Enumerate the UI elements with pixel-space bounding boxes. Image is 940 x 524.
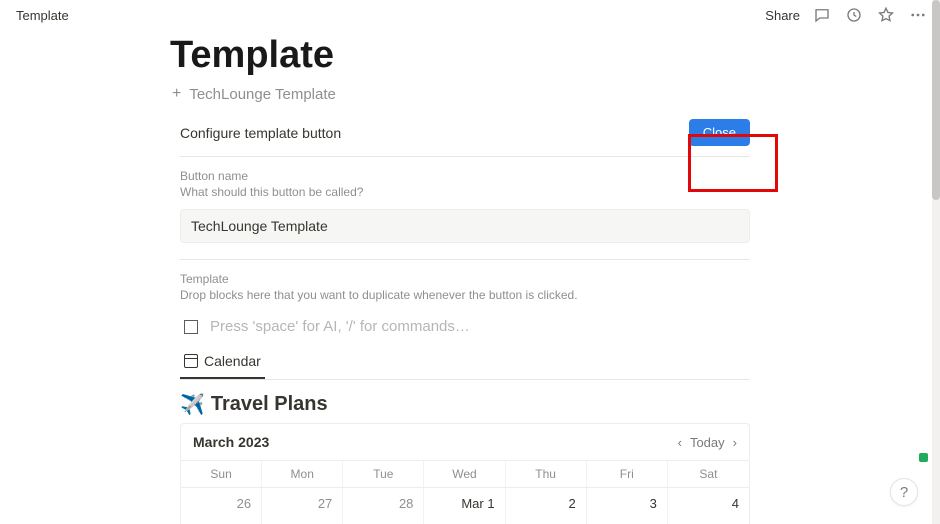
weekday-fri: Fri [587, 461, 668, 487]
weekday-thu: Thu [506, 461, 587, 487]
empty-block-line[interactable]: Press 'space' for AI, '/' for commands… [180, 312, 750, 341]
checkbox-icon[interactable] [184, 320, 198, 334]
topbar: Template Share [0, 0, 940, 30]
breadcrumb[interactable]: Template [16, 8, 69, 23]
calendar: March 2023 ‹ Today › Sun Mon Tue Wed Thu… [180, 423, 750, 524]
tab-calendar[interactable]: Calendar [180, 345, 265, 379]
scrollbar-thumb[interactable] [932, 0, 940, 200]
history-icon[interactable] [844, 5, 864, 25]
calendar-icon [184, 354, 198, 368]
config-header-text: Configure template button [180, 125, 341, 141]
template-section-label: Template [180, 272, 750, 286]
cal-day[interactable]: 3 [587, 488, 668, 524]
airplane-icon: ✈️ [180, 392, 205, 417]
calendar-next[interactable]: › [733, 435, 737, 450]
template-button-row[interactable]: + TechLounge Template [172, 85, 760, 103]
view-tabs: Calendar [180, 345, 750, 380]
comments-icon[interactable] [812, 5, 832, 25]
template-button-label: TechLounge Template [189, 86, 336, 103]
cal-day[interactable]: 27 [262, 488, 343, 524]
close-button[interactable]: Close [689, 119, 750, 146]
plus-icon: + [172, 85, 181, 103]
weekday-wed: Wed [424, 461, 505, 487]
button-name-label: Button name [180, 169, 750, 183]
database-title[interactable]: ✈️ Travel Plans [180, 392, 750, 417]
page-title: Template [170, 34, 760, 77]
share-button[interactable]: Share [765, 8, 800, 23]
block-placeholder: Press 'space' for AI, '/' for commands… [210, 318, 470, 335]
button-name-hint: What should this button be called? [180, 185, 750, 199]
config-header: Configure template button Close [170, 113, 760, 152]
help-button[interactable]: ? [890, 478, 918, 506]
more-icon[interactable] [908, 5, 928, 25]
weekday-mon: Mon [262, 461, 343, 487]
calendar-month-label: March 2023 [193, 434, 269, 450]
intercom-indicator [919, 453, 928, 462]
weekday-tue: Tue [343, 461, 424, 487]
calendar-weekday-row: Sun Mon Tue Wed Thu Fri Sat [181, 460, 749, 487]
topbar-actions: Share [765, 5, 928, 25]
calendar-header: March 2023 ‹ Today › [181, 424, 749, 460]
calendar-prev[interactable]: ‹ [678, 435, 682, 450]
calendar-date-row: 26 27 28 Mar 1 2 3 4 [181, 487, 749, 524]
tab-calendar-label: Calendar [204, 353, 261, 369]
cal-day[interactable]: Mar 1 [424, 488, 505, 524]
calendar-today[interactable]: Today [690, 435, 725, 450]
calendar-nav: ‹ Today › [678, 435, 737, 450]
weekday-sat: Sat [668, 461, 749, 487]
favorite-icon[interactable] [876, 5, 896, 25]
weekday-sun: Sun [181, 461, 262, 487]
divider [180, 156, 750, 157]
button-name-input[interactable] [180, 209, 750, 243]
database-title-text: Travel Plans [211, 393, 328, 416]
cal-day[interactable]: 4 [668, 488, 749, 524]
cal-day[interactable]: 2 [506, 488, 587, 524]
cal-day[interactable]: 28 [343, 488, 424, 524]
divider [180, 259, 750, 260]
template-section-hint: Drop blocks here that you want to duplic… [180, 288, 750, 302]
page-body: Template + TechLounge Template Configure… [170, 34, 760, 524]
cal-day[interactable]: 26 [181, 488, 262, 524]
